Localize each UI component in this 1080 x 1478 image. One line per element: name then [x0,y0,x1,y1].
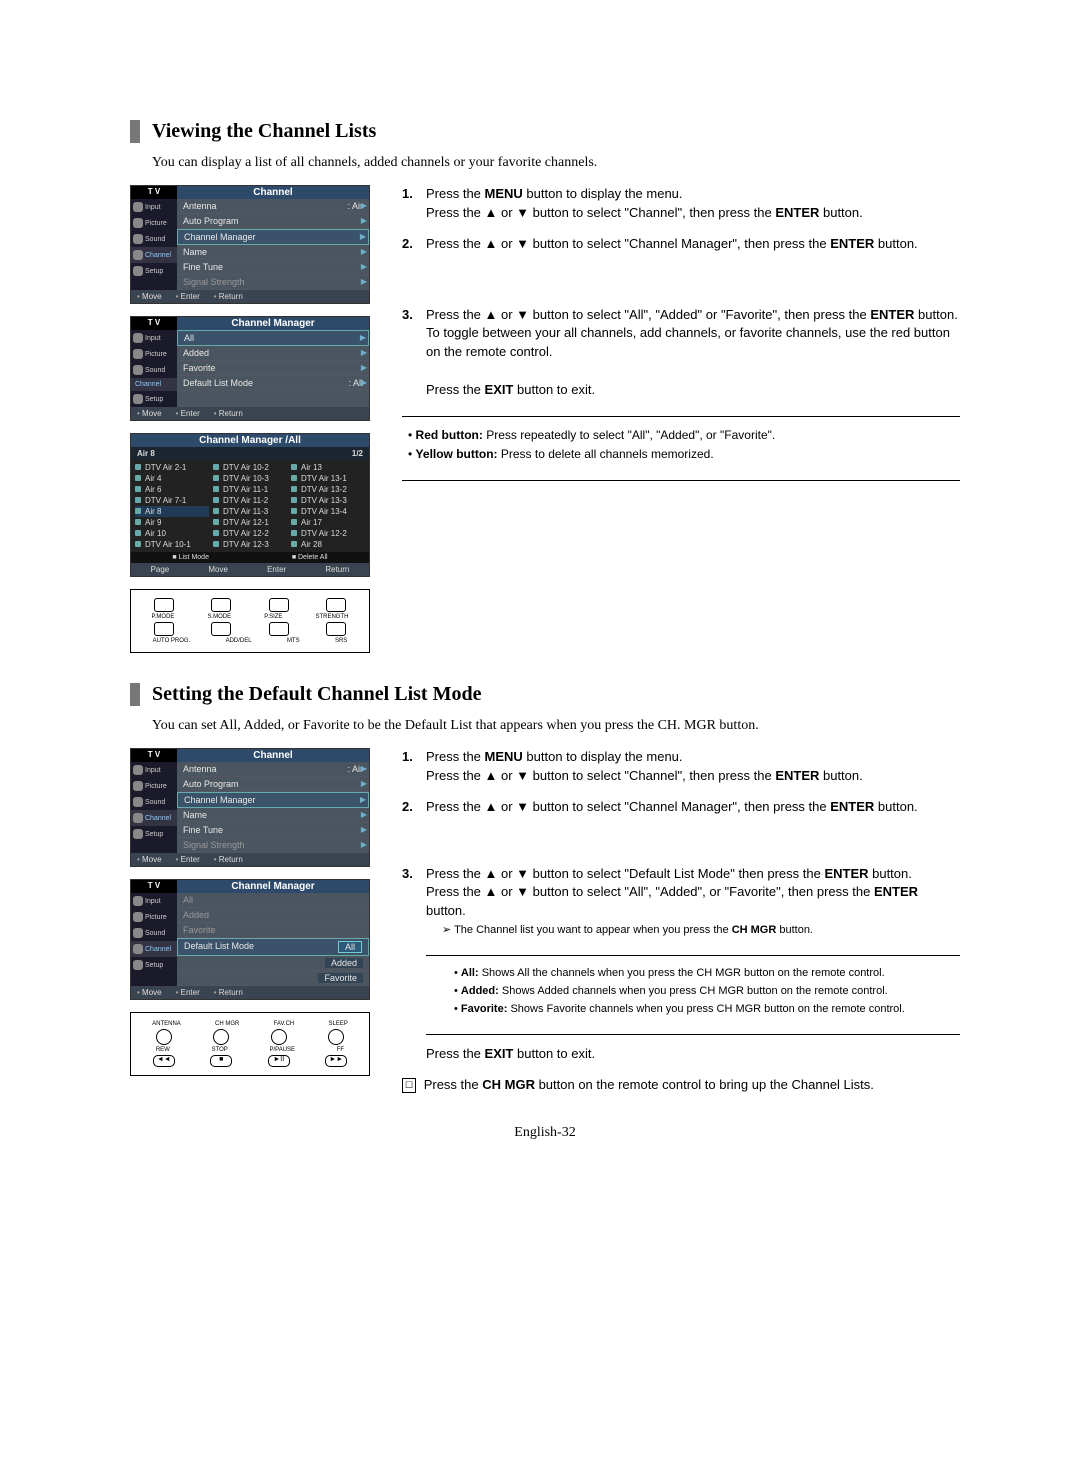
input-icon [133,202,143,212]
note-red: • Red button: Press repeatedly to select… [408,427,960,444]
divider [402,416,960,417]
grid-col-2: DTV Air 10-2 DTV Air 10-3 DTV Air 11-1 D… [213,462,287,550]
sound-icon [133,365,143,375]
step-a2: 2. Press the ▲ or ▼ button to select "Ch… [402,235,960,254]
osd-title: Channel [177,186,369,199]
osd-footer: MoveEnterReturn [131,290,369,303]
setup-icon [133,266,143,276]
section-b-title: Setting the Default Channel List Mode [130,683,960,706]
remote-icon: ☐ [402,1078,416,1093]
osd-row-autoprogram: Auto Program▶ [177,214,369,229]
osd-channel-menu: T V Channel Input Picture Sound Channel … [130,185,370,304]
step-b1: 1. Press the MENU button to display the … [402,748,960,786]
picture-icon [133,349,143,359]
osd-tv-label: T V [131,186,177,199]
section-a-subtitle: You can display a list of all channels, … [130,155,960,171]
step-a3: 3. Press the ▲ or ▼ button to select "Al… [402,306,960,400]
grid-col-3: Air 13 DTV Air 13-1 DTV Air 13-2 DTV Air… [291,462,365,550]
sound-icon [133,234,143,244]
note-yellow: • Yellow button: Press to delete all cha… [408,446,960,463]
divider [402,480,960,481]
remote-tip: ☐ Press the CH MGR button on the remote … [402,1076,960,1095]
picture-icon [133,218,143,228]
osd-row-added: Added▶ [177,346,369,361]
osd-row-channel-manager: Channel Manager▶ [177,229,369,245]
osd-side-sound: Sound [131,231,177,247]
osd-row-name: Name▶ [177,245,369,260]
grid-col-1: DTV Air 2-1 Air 4 Air 6 DTV Air 7-1 Air … [135,462,209,550]
osd-side-setup: Setup [131,263,177,279]
osd-side-picture: Picture [131,215,177,231]
osd-row-all: All▶ [177,330,369,346]
channel-grid: Channel Manager /All Air 81/2 DTV Air 2-… [130,433,370,577]
remote-diagram-a: P.MODE S.MODE P.SIZE STRENGTH AUTO PROG.… [130,589,370,653]
remote-diagram-b: ANTENNA CH MGR FAV.CH SLEEP REW STOP P/P… [130,1012,370,1076]
section-a-title: Viewing the Channel Lists [130,120,960,143]
osd-channel-menu-b: T V Channel Input Picture Sound Channel … [130,748,370,867]
setup-icon [133,394,143,404]
input-icon [133,333,143,343]
step-b3: 3. Press the ▲ or ▼ button to select "De… [402,865,960,1064]
section-b-subtitle: You can set All, Added, or Favorite to b… [130,718,960,734]
osd-row-default-list: Default List Mode: All▶ [177,376,369,391]
osd-row-antenna: Antenna: Air▶ [177,199,369,214]
page-number: English-32 [130,1125,960,1141]
step-a1: 1. Press the MENU button to display the … [402,185,960,223]
osd-channel-manager-menu: T V Channel Manager Input Picture Sound … [130,316,370,421]
osd-side-channel: Channel [131,247,177,263]
osd-row-signal: Signal Strength▶ [177,275,369,290]
osd-row-finetune: Fine Tune▶ [177,260,369,275]
osd-default-list-mode: T V Channel Manager Input Picture Sound … [130,879,370,1000]
osd-row-default-list-b: Default List Mode All [177,938,369,956]
channel-icon [133,250,143,260]
osd-side-input: Input [131,199,177,215]
step-b2: 2. Press the ▲ or ▼ button to select "Ch… [402,798,960,817]
osd-row-favorite: Favorite▶ [177,361,369,376]
